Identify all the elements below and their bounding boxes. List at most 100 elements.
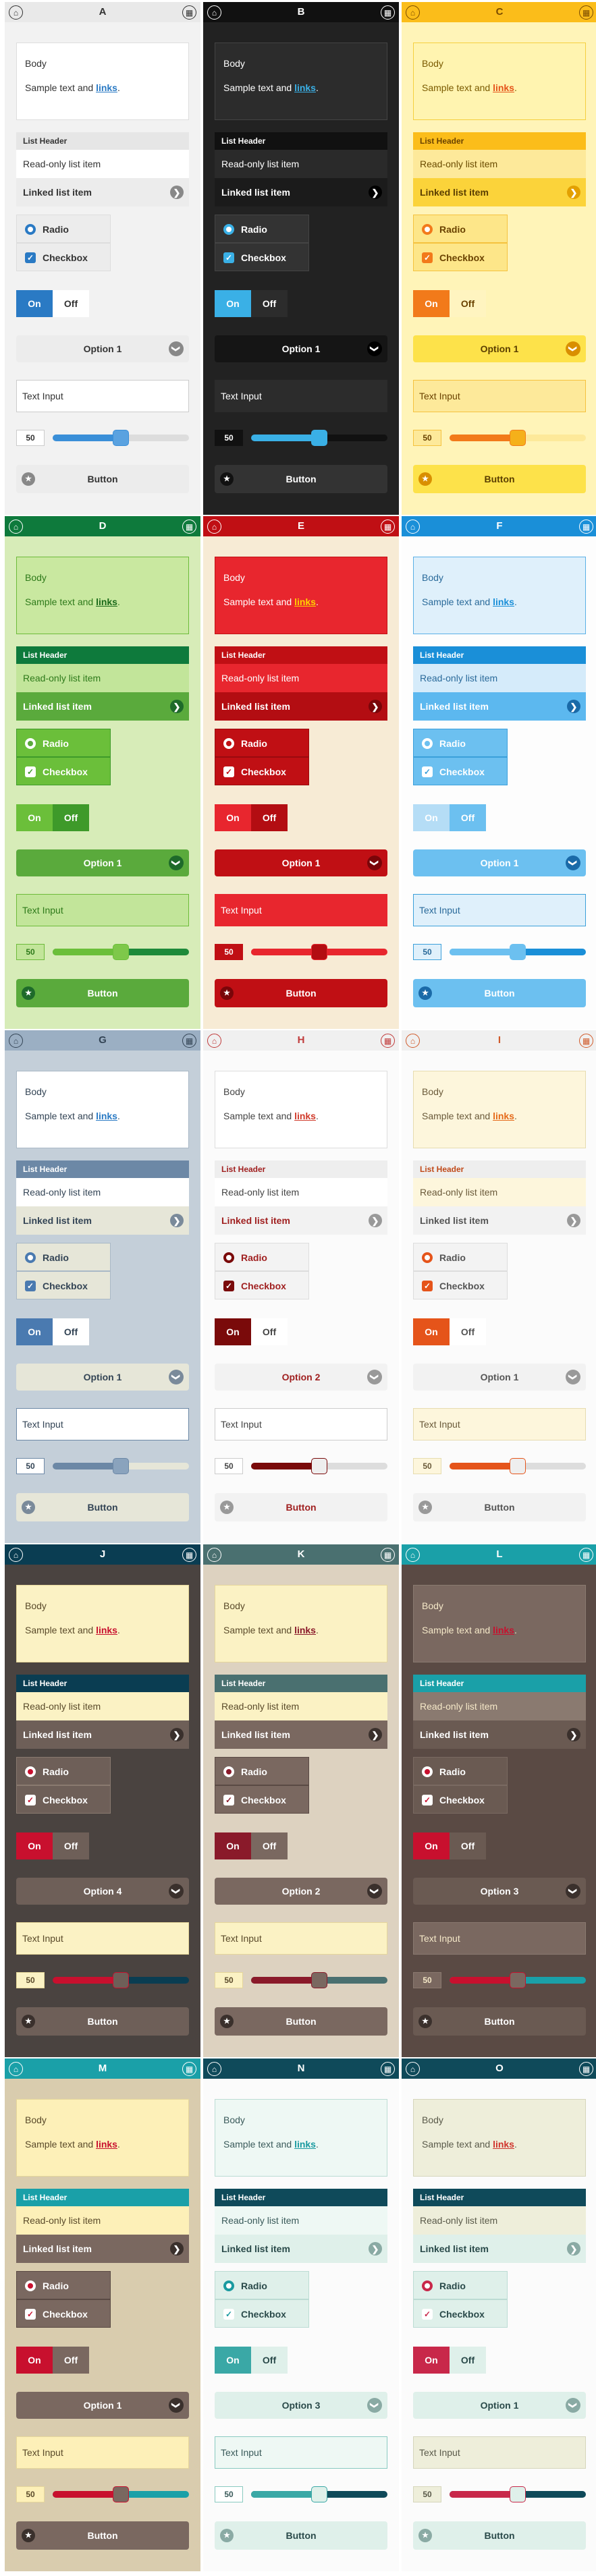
- option-select[interactable]: Option 2 ❯: [215, 1364, 387, 1391]
- sample-link[interactable]: links: [294, 596, 316, 607]
- slider-value-input[interactable]: 50: [215, 430, 243, 446]
- toggle-off[interactable]: Off: [450, 1832, 486, 1859]
- radio-button[interactable]: Radio: [413, 2271, 508, 2299]
- slider-handle[interactable]: [113, 430, 129, 446]
- toggle-on[interactable]: On: [16, 804, 53, 831]
- checkbox[interactable]: ✓ Checkbox: [215, 1271, 309, 1299]
- slider-handle[interactable]: [113, 2486, 129, 2502]
- button[interactable]: ★ Button: [215, 2007, 387, 2036]
- sample-link[interactable]: links: [96, 1625, 117, 1635]
- slider-value-input[interactable]: 50: [413, 944, 441, 960]
- button[interactable]: ★ Button: [413, 1493, 586, 1521]
- slider-track[interactable]: [251, 1972, 387, 1988]
- toggle-off[interactable]: Off: [53, 2347, 89, 2374]
- toggle-on[interactable]: On: [215, 1318, 251, 1345]
- toggle-off[interactable]: Off: [251, 804, 288, 831]
- grid-icon[interactable]: ▦: [381, 1548, 395, 1562]
- checkbox[interactable]: ✓ Checkbox: [16, 1785, 111, 1814]
- linked-list-item[interactable]: Linked list item ❯: [215, 692, 387, 721]
- on-off-toggle[interactable]: On Off: [413, 2347, 486, 2374]
- option-select[interactable]: Option 1 ❯: [16, 2392, 189, 2419]
- sample-link[interactable]: links: [96, 2139, 117, 2150]
- toggle-off[interactable]: Off: [251, 1832, 288, 1859]
- button[interactable]: ★ Button: [413, 2007, 586, 2036]
- radio-button[interactable]: Radio: [413, 215, 508, 243]
- radio-button[interactable]: Radio: [215, 1243, 309, 1271]
- grid-icon[interactable]: ▦: [579, 1548, 593, 1562]
- toggle-on[interactable]: On: [215, 804, 251, 831]
- text-input[interactable]: Text Input: [215, 894, 387, 926]
- slider-track[interactable]: [251, 430, 387, 446]
- slider-track[interactable]: [450, 430, 586, 446]
- checkbox[interactable]: ✓ Checkbox: [16, 2299, 111, 2328]
- radio-button[interactable]: Radio: [16, 1243, 111, 1271]
- option-select[interactable]: Option 1 ❯: [16, 849, 189, 876]
- slider-value-input[interactable]: 50: [413, 430, 441, 446]
- slider-value-input[interactable]: 50: [16, 944, 45, 960]
- slider-track[interactable]: [251, 1458, 387, 1474]
- radio-button[interactable]: Radio: [16, 215, 111, 243]
- sample-link[interactable]: links: [96, 82, 117, 93]
- toggle-off[interactable]: Off: [53, 1318, 89, 1345]
- option-select[interactable]: Option 1 ❯: [16, 1364, 189, 1391]
- sample-link[interactable]: links: [493, 82, 514, 93]
- text-input[interactable]: Text Input: [413, 894, 586, 926]
- slider-track[interactable]: [53, 2486, 189, 2502]
- text-input[interactable]: Text Input: [413, 380, 586, 412]
- button[interactable]: ★ Button: [215, 979, 387, 1007]
- toggle-on[interactable]: On: [16, 290, 53, 317]
- checkbox[interactable]: ✓ Checkbox: [413, 1785, 508, 1814]
- grid-icon[interactable]: ▦: [381, 1034, 395, 1048]
- slider-value-input[interactable]: 50: [413, 2486, 441, 2502]
- checkbox[interactable]: ✓ Checkbox: [413, 1271, 508, 1299]
- on-off-toggle[interactable]: On Off: [413, 290, 486, 317]
- radio-button[interactable]: Radio: [215, 1757, 309, 1785]
- checkbox[interactable]: ✓ Checkbox: [215, 243, 309, 271]
- linked-list-item[interactable]: Linked list item ❯: [215, 178, 387, 206]
- on-off-toggle[interactable]: On Off: [215, 1318, 288, 1345]
- toggle-on[interactable]: On: [413, 290, 450, 317]
- radio-button[interactable]: Radio: [16, 2271, 111, 2299]
- on-off-toggle[interactable]: On Off: [16, 1318, 89, 1345]
- slider-track[interactable]: [53, 1458, 189, 1474]
- radio-button[interactable]: Radio: [413, 1243, 508, 1271]
- on-off-toggle[interactable]: On Off: [16, 804, 89, 831]
- slider-track[interactable]: [251, 944, 387, 960]
- option-select[interactable]: Option 1 ❯: [16, 335, 189, 362]
- radio-button[interactable]: Radio: [215, 2271, 309, 2299]
- slider-value-input[interactable]: 50: [413, 1972, 441, 1988]
- slider-value-input[interactable]: 50: [215, 1458, 243, 1474]
- checkbox[interactable]: ✓ Checkbox: [413, 243, 508, 271]
- option-select[interactable]: Option 2 ❯: [215, 1878, 387, 1905]
- grid-icon[interactable]: ▦: [579, 520, 593, 534]
- toggle-off[interactable]: Off: [450, 804, 486, 831]
- linked-list-item[interactable]: Linked list item ❯: [413, 692, 586, 721]
- radio-button[interactable]: Radio: [413, 729, 508, 757]
- button[interactable]: ★ Button: [413, 979, 586, 1007]
- on-off-toggle[interactable]: On Off: [215, 290, 288, 317]
- text-input[interactable]: Text Input: [16, 1922, 189, 1955]
- grid-icon[interactable]: ▦: [182, 520, 196, 534]
- slider-handle[interactable]: [510, 2486, 526, 2502]
- sample-link[interactable]: links: [96, 1111, 117, 1121]
- option-select[interactable]: Option 1 ❯: [413, 1364, 586, 1391]
- button[interactable]: ★ Button: [215, 465, 387, 493]
- linked-list-item[interactable]: Linked list item ❯: [16, 2235, 189, 2263]
- linked-list-item[interactable]: Linked list item ❯: [413, 1206, 586, 1235]
- radio-button[interactable]: Radio: [16, 1757, 111, 1785]
- toggle-on[interactable]: On: [16, 1832, 53, 1859]
- radio-button[interactable]: Radio: [413, 1757, 508, 1785]
- sample-link[interactable]: links: [294, 2139, 316, 2150]
- grid-icon[interactable]: ▦: [579, 2062, 593, 2076]
- on-off-toggle[interactable]: On Off: [413, 804, 486, 831]
- linked-list-item[interactable]: Linked list item ❯: [16, 1720, 189, 1749]
- text-input[interactable]: Text Input: [16, 1408, 189, 1440]
- text-input[interactable]: Text Input: [413, 2436, 586, 2469]
- linked-list-item[interactable]: Linked list item ❯: [16, 692, 189, 721]
- grid-icon[interactable]: ▦: [381, 5, 395, 20]
- toggle-on[interactable]: On: [413, 1318, 450, 1345]
- on-off-toggle[interactable]: On Off: [413, 1832, 486, 1859]
- slider-track[interactable]: [450, 944, 586, 960]
- radio-button[interactable]: Radio: [215, 215, 309, 243]
- on-off-toggle[interactable]: On Off: [215, 2347, 288, 2374]
